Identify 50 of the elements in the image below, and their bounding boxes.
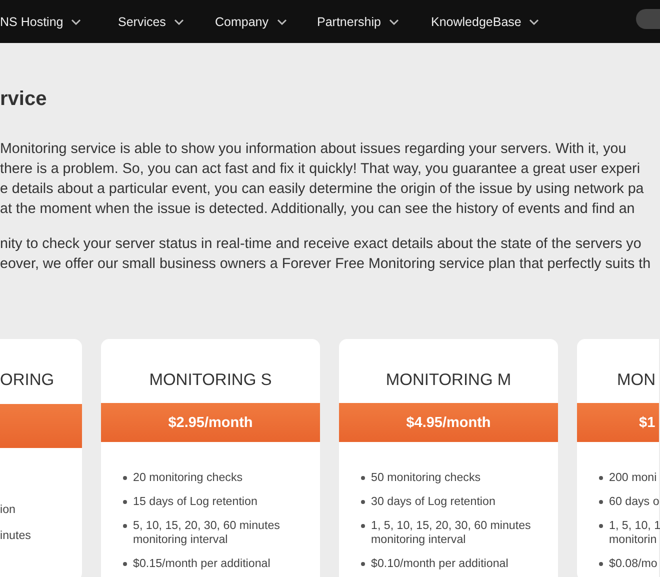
chevron-down-icon xyxy=(71,18,82,24)
price-bar: $2.95/month xyxy=(101,403,320,442)
feature-text: 15 days of Log retention xyxy=(133,495,258,509)
bullet-icon xyxy=(599,524,603,528)
feature-text: ion xyxy=(0,503,16,517)
feature-text: 60 days o xyxy=(609,495,660,509)
feature-text: 1, 5, 10, 1 monitorin xyxy=(609,519,660,547)
price-bar: $4.95/month xyxy=(339,403,558,442)
feature-text: inutes xyxy=(0,529,31,543)
bullet-icon xyxy=(599,562,603,566)
chevron-down-icon xyxy=(174,18,184,24)
bullet-icon xyxy=(361,562,365,566)
bullet-icon xyxy=(599,476,603,480)
chevron-down-icon xyxy=(529,18,540,24)
bullet-icon xyxy=(123,524,127,528)
paragraph-line: eover, we offer our small business owners a Forever Free Monitoring service plan that perfectly suits th xyxy=(0,255,652,274)
plan-title: MONITORING M xyxy=(384,371,512,390)
bullet-icon xyxy=(123,500,127,504)
paragraph-line: there is a problem. So, you can act fast and fix it quickly! That way, you guarantee a great user experi xyxy=(0,160,641,179)
feature-text: 200 moni xyxy=(609,471,657,485)
plan-title: MON xyxy=(616,371,656,390)
paragraph-line: Monitoring service is able to show you information about issues regarding your servers. With it, you xyxy=(0,140,628,159)
nav-menu-item[interactable]: Partnership xyxy=(317,14,399,28)
feature-text: $0.10/month per additional xyxy=(371,557,508,571)
bullet-icon xyxy=(361,524,365,528)
feature-text: $0.08/mo xyxy=(609,557,658,571)
bullet-icon xyxy=(361,476,365,480)
feature-text: 30 days of Log retention xyxy=(371,495,496,509)
paragraph-line: at the moment when the issue is detected. Additionally, you can see the history of events and find an xyxy=(0,200,636,219)
bullet-icon xyxy=(599,500,603,504)
nav-menu-item[interactable]: Company xyxy=(215,14,286,28)
feature-text: 20 monitoring checks xyxy=(133,471,243,485)
feature-text: 1, 5, 10, 15, 20, 30, 60 minutes monitoring interval xyxy=(371,519,531,547)
nav-menu-item[interactable]: Services xyxy=(118,14,184,28)
price-bar: $1 xyxy=(577,403,659,442)
chevron-down-icon xyxy=(388,18,399,24)
nav-menu-item[interactable]: KnowledgeBase xyxy=(431,14,540,28)
plan-title: ORING xyxy=(0,371,56,391)
chevron-down-icon xyxy=(276,18,286,24)
bullet-icon xyxy=(123,562,127,566)
nav-menu-item[interactable]: NS Hosting xyxy=(0,14,82,28)
paragraph-line: e details about a particular event, you can easily determine the origin of the issue by using network pa xyxy=(0,180,645,199)
paragraph-line: nity to check your server status in real-time and receive exact details about the state of the servers yo xyxy=(0,235,642,254)
page-title: rvice xyxy=(0,88,48,111)
bullet-icon xyxy=(123,476,127,480)
feature-text: 5, 10, 15, 20, 30, 60 minutes monitoring interval xyxy=(133,519,280,547)
plan-title: MONITORING S xyxy=(148,371,273,390)
feature-text: 50 monitoring checks xyxy=(371,471,481,485)
bullet-icon xyxy=(361,500,365,504)
feature-text: $0.15/month per additional xyxy=(133,557,270,571)
